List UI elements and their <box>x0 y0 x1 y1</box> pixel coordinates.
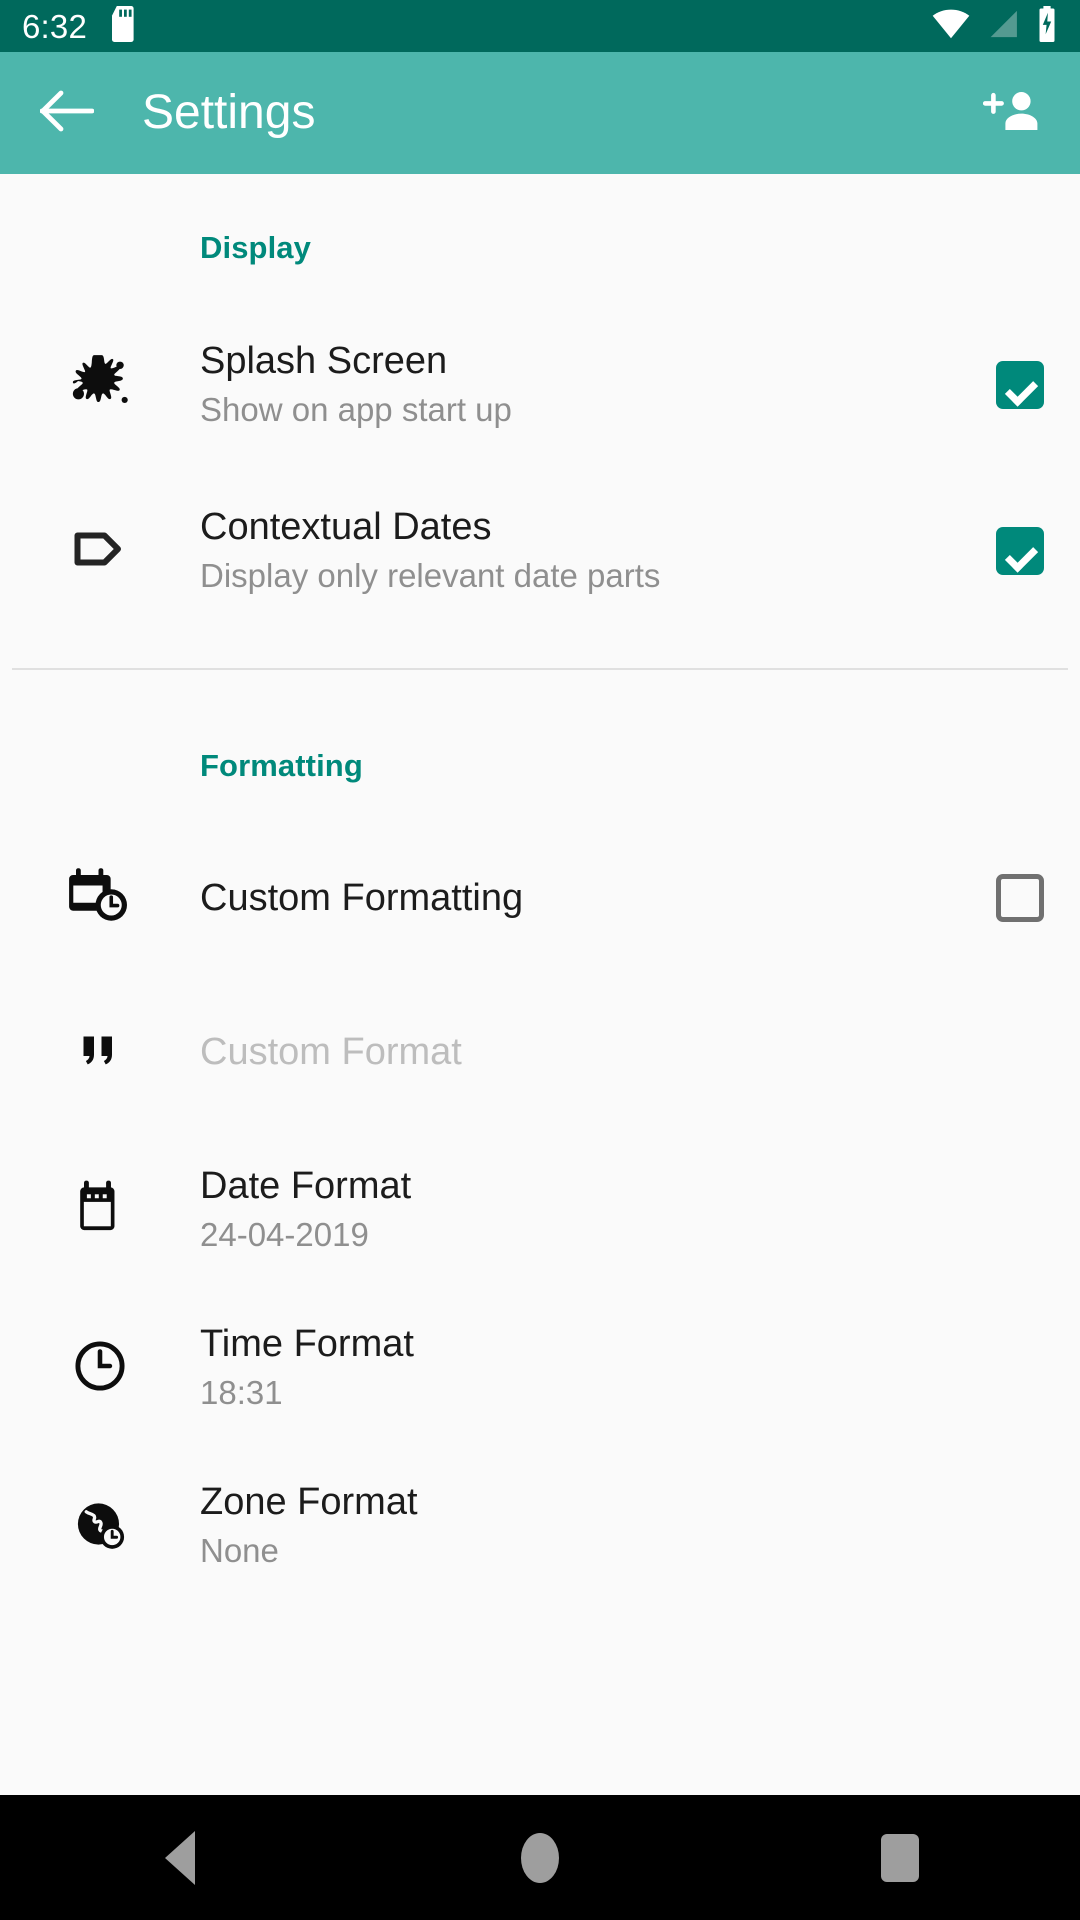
globe-clock-icon <box>68 1492 132 1561</box>
row-accessory <box>996 874 1044 922</box>
add-person-icon <box>982 89 1039 138</box>
battery-charging-icon <box>1036 5 1058 47</box>
checkbox-contextual-dates[interactable] <box>996 527 1044 575</box>
settings-list[interactable]: Display Splash Screen Show on app start … <box>0 174 1080 1795</box>
wifi-icon <box>932 9 970 44</box>
row-icon-wrap <box>0 1492 200 1561</box>
setting-row-contextual-dates[interactable]: Contextual Dates Display only relevant d… <box>0 486 1080 616</box>
calendar-clock-icon <box>67 863 133 934</box>
sd-card-icon <box>109 5 139 47</box>
row-gap <box>0 1274 1080 1304</box>
cell-signal-icon <box>986 9 1020 44</box>
row-text-wrap: Custom Formatting <box>200 876 976 921</box>
app-bar-actions <box>978 80 1044 146</box>
circle-icon <box>521 1832 559 1883</box>
setting-value: 18:31 <box>200 1374 283 1412</box>
section-display: Display Splash Screen Show on app start … <box>0 174 1080 670</box>
row-accessory <box>996 361 1044 409</box>
row-icon-wrap <box>0 863 200 934</box>
status-bar: 6:32 <box>0 0 1080 52</box>
section-formatting: Formatting Custom Formatting Custom Form… <box>0 670 1080 1590</box>
splash-icon <box>63 346 137 425</box>
add-contact-button[interactable] <box>978 80 1044 146</box>
status-clock: 6:32 <box>22 7 88 45</box>
row-text-wrap: Time Format 18:31 <box>200 1322 1044 1413</box>
row-icon-wrap <box>0 1176 200 1245</box>
square-icon <box>881 1833 919 1882</box>
row-icon-wrap <box>0 1020 200 1085</box>
row-icon-wrap <box>0 346 200 425</box>
setting-title: Custom Format <box>200 1030 462 1073</box>
setting-title: Splash Screen <box>200 340 448 383</box>
triangle-left-icon <box>165 1830 195 1885</box>
setting-value: 24-04-2019 <box>200 1216 369 1254</box>
section-header-display: Display <box>200 230 311 265</box>
setting-title: Date Format <box>200 1165 412 1208</box>
row-accessory <box>996 527 1044 575</box>
setting-title: Custom Formatting <box>200 876 524 919</box>
row-text-wrap: Zone Format None <box>200 1480 1044 1571</box>
row-text-wrap: Custom Format <box>200 1030 1044 1075</box>
checkbox-custom-formatting[interactable] <box>996 874 1044 922</box>
checkbox-splash-screen[interactable] <box>996 361 1044 409</box>
row-gap <box>0 1432 1080 1462</box>
section-bottom-gap <box>0 616 1080 668</box>
row-gap <box>0 1106 1080 1146</box>
phone-screen: 6:32 Settings Display Splash Screen Show… <box>0 0 1080 1920</box>
tag-icon <box>67 516 133 587</box>
status-bar-left: 6:32 <box>22 5 139 47</box>
setting-title: Time Format <box>200 1323 414 1366</box>
row-text-wrap: Contextual Dates Display only relevant d… <box>200 505 976 596</box>
setting-row-custom-format: Custom Format <box>0 998 1080 1106</box>
row-icon-wrap <box>0 1334 200 1403</box>
setting-title: Contextual Dates <box>200 506 492 549</box>
nav-back-button[interactable] <box>95 1795 265 1920</box>
arrow-left-icon <box>39 89 95 138</box>
setting-row-custom-formatting[interactable]: Custom Formatting <box>0 844 1080 952</box>
setting-value: None <box>200 1532 279 1570</box>
row-gap <box>0 952 1080 998</box>
quote-icon <box>70 1020 130 1085</box>
setting-row-date-format[interactable]: Date Format 24-04-2019 <box>0 1146 1080 1274</box>
back-button[interactable] <box>36 82 98 144</box>
row-text-wrap: Date Format 24-04-2019 <box>200 1164 1044 1255</box>
clock-icon <box>68 1334 132 1403</box>
section-header-formatting: Formatting <box>200 748 363 783</box>
row-text-wrap: Splash Screen Show on app start up <box>200 339 976 430</box>
row-gap <box>0 450 1080 486</box>
setting-subtitle: Display only relevant date parts <box>200 557 661 595</box>
app-bar: Settings <box>0 52 1080 174</box>
setting-row-time-format[interactable]: Time Format 18:31 <box>0 1304 1080 1432</box>
page-title: Settings <box>142 86 316 139</box>
setting-title: Zone Format <box>200 1481 418 1524</box>
nav-home-button[interactable] <box>455 1795 625 1920</box>
nav-recents-button[interactable] <box>815 1795 985 1920</box>
status-bar-right <box>932 5 1058 47</box>
calendar-icon <box>68 1176 132 1245</box>
setting-row-splash-screen[interactable]: Splash Screen Show on app start up <box>0 320 1080 450</box>
system-nav-bar <box>0 1795 1080 1920</box>
setting-row-zone-format[interactable]: Zone Format None <box>0 1462 1080 1590</box>
row-icon-wrap <box>0 516 200 587</box>
setting-subtitle: Show on app start up <box>200 391 512 429</box>
